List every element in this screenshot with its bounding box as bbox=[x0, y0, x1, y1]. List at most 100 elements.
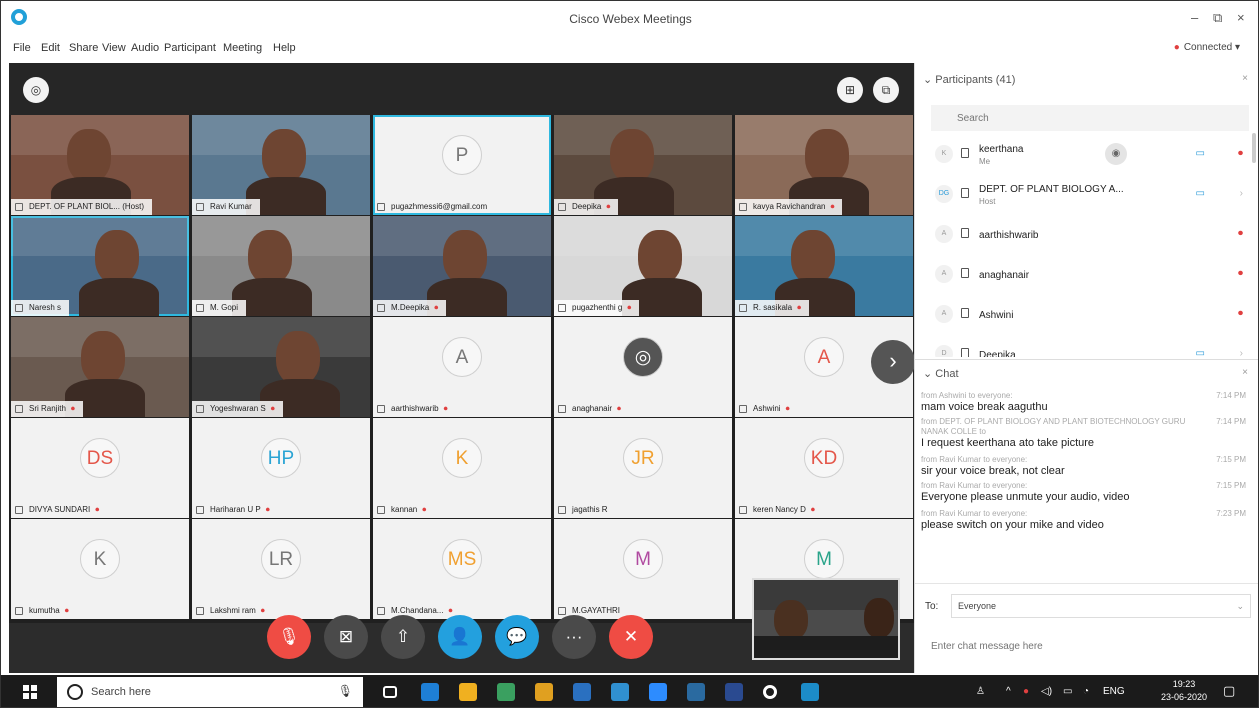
participant-tile[interactable]: HP Hariharan U P ⏺ bbox=[192, 418, 370, 518]
participant-tile[interactable]: DEPT. OF PLANT BIOL... (Host) bbox=[11, 115, 189, 215]
participant-tile[interactable]: M. Gopi bbox=[192, 216, 370, 316]
windows-start-icon[interactable] bbox=[23, 685, 37, 699]
layout-button[interactable]: ⊞ bbox=[837, 77, 863, 103]
participant-list-item[interactable]: A Ashwini ⏺ bbox=[923, 295, 1253, 335]
restore-button[interactable]: ⧉ bbox=[1213, 10, 1222, 26]
meeting-info-button[interactable]: ◎ bbox=[23, 77, 49, 103]
menu-participant[interactable]: Participant bbox=[164, 42, 216, 54]
menu-view[interactable]: View bbox=[102, 42, 126, 54]
participant-list-item[interactable]: Aaarthishwarib ⏺ bbox=[923, 215, 1253, 255]
participant-scrollbar[interactable] bbox=[1252, 133, 1256, 163]
participants-close-icon[interactable]: × bbox=[1242, 73, 1248, 84]
connection-status[interactable]: ● Connected ▾ bbox=[1174, 42, 1240, 53]
chat-button[interactable]: 💬 bbox=[495, 615, 539, 659]
participant-tile[interactable]: JR jagathis R bbox=[554, 418, 732, 518]
microphone-icon[interactable]: 🎙 bbox=[338, 684, 353, 698]
stop-video-button[interactable]: ⊠ bbox=[324, 615, 368, 659]
taskbar-search[interactable]: Search here 🎙 bbox=[57, 677, 363, 707]
share-button[interactable]: ⇧ bbox=[381, 615, 425, 659]
notifications-icon[interactable]: ▢ bbox=[1223, 683, 1235, 699]
edge-icon[interactable] bbox=[421, 683, 439, 701]
gallery-icon[interactable] bbox=[687, 683, 705, 701]
files-icon[interactable] bbox=[497, 683, 515, 701]
participant-tile[interactable]: ◎ anaghanair ⏺ bbox=[554, 317, 732, 417]
participant-tile[interactable]: Deepika ⏺ bbox=[554, 115, 732, 215]
mail-icon[interactable] bbox=[573, 683, 591, 701]
participant-tile[interactable]: Naresh s bbox=[11, 216, 189, 316]
participant-tile[interactable]: pugazhenthi g ⏺ bbox=[554, 216, 732, 316]
more-options-button[interactable]: ··· bbox=[552, 615, 596, 659]
participant-tile[interactable]: MS M.Chandana... ⏺ bbox=[373, 519, 551, 619]
menu-meeting[interactable]: Meeting bbox=[223, 42, 262, 54]
menu-file[interactable]: File bbox=[13, 42, 31, 54]
battery-icon[interactable]: ▭ bbox=[1063, 686, 1072, 697]
chat-close-icon[interactable]: × bbox=[1242, 367, 1248, 378]
participant-tile[interactable]: M.Deepika ⏺ bbox=[373, 216, 551, 316]
participant-tile[interactable]: LR Lakshmi ram ⏺ bbox=[192, 519, 370, 619]
close-button[interactable]: × bbox=[1237, 10, 1245, 25]
participant-video-person bbox=[443, 230, 487, 284]
participant-name-label: R. sasikala ⏺ bbox=[735, 300, 810, 316]
people-icon[interactable]: ♙ bbox=[976, 686, 985, 697]
photos-icon[interactable] bbox=[611, 683, 629, 701]
chat-text: I request keerthana ato take picture bbox=[921, 437, 1095, 449]
participant-tile[interactable]: Kkumutha ⏺ bbox=[11, 519, 189, 619]
participant-list-item[interactable]: D Deepika ▭ › bbox=[923, 335, 1253, 357]
participant-tile[interactable]: R. sasikala ⏺ bbox=[735, 216, 913, 316]
muted-mic-icon: ⏺ bbox=[1238, 308, 1243, 319]
chat-text: sir your voice break, not clear bbox=[921, 465, 1065, 477]
settings-icon[interactable] bbox=[763, 685, 777, 699]
volume-icon[interactable]: ◁) bbox=[1041, 686, 1052, 697]
store-icon[interactable] bbox=[459, 683, 477, 701]
task-view-icon[interactable] bbox=[383, 686, 397, 698]
taskbar-clock[interactable]: 19:23 23-06-2020 bbox=[1161, 678, 1207, 704]
participant-name-label: Hariharan U P ⏺ bbox=[192, 502, 370, 518]
participant-avatar: A bbox=[442, 337, 482, 377]
chat-message-input[interactable] bbox=[921, 633, 1251, 659]
zoom-icon[interactable] bbox=[649, 683, 667, 701]
mute-button[interactable]: 🎙 bbox=[267, 615, 311, 659]
participant-tile[interactable]: Ppugazhmessi6@gmail.com bbox=[373, 115, 551, 215]
participant-list-item[interactable]: Aanaghanair ⏺ bbox=[923, 255, 1253, 295]
webex-meetings-icon[interactable] bbox=[801, 683, 819, 701]
participant-tile[interactable]: Sri Ranjith ⏺ bbox=[11, 317, 189, 417]
chrome-icon[interactable] bbox=[535, 683, 553, 701]
participant-list-name: anaghanair bbox=[979, 270, 1030, 281]
menu-share[interactable]: Share bbox=[69, 42, 98, 54]
leave-meeting-button[interactable]: ✕ bbox=[609, 615, 653, 659]
menu-edit[interactable]: Edit bbox=[41, 42, 60, 54]
participant-search-input[interactable] bbox=[931, 105, 1249, 131]
participant-list-item[interactable]: Kkeerthana Me ◉ ▭ ⏺ bbox=[923, 135, 1253, 175]
participant-tile[interactable]: kavya Ravichandran ⏺ bbox=[735, 115, 913, 215]
minimize-button[interactable]: – bbox=[1191, 10, 1198, 25]
participant-role: Host bbox=[979, 197, 996, 206]
menu-audio[interactable]: Audio bbox=[131, 42, 159, 54]
chat-timestamp: 7:15 PM bbox=[1216, 481, 1246, 490]
menu-help[interactable]: Help bbox=[273, 42, 296, 54]
muted-mic-icon: ⏺ bbox=[830, 202, 835, 211]
participant-tile[interactable]: Aaarthishwarib ⏺ bbox=[373, 317, 551, 417]
wifi-icon[interactable]: ◔ bbox=[1083, 686, 1089, 697]
tray-alert-icon[interactable]: ● bbox=[1023, 686, 1029, 697]
participants-button[interactable]: 👤 bbox=[438, 615, 482, 659]
next-page-button[interactable]: › bbox=[871, 340, 914, 384]
muted-mic-icon: ⏺ bbox=[627, 303, 632, 312]
participant-list-item[interactable]: DG DEPT. OF PLANT BIOLOGY A... Host ▭ › bbox=[923, 175, 1253, 215]
language-indicator[interactable]: ENG bbox=[1103, 686, 1125, 697]
participant-tile[interactable]: Kkannan ⏺ bbox=[373, 418, 551, 518]
fullscreen-button[interactable]: ⧉ bbox=[873, 77, 899, 103]
participant-tile[interactable]: Ravi Kumar bbox=[192, 115, 370, 215]
self-view-video[interactable] bbox=[752, 578, 900, 660]
chat-timestamp: 7:14 PM bbox=[1216, 417, 1246, 426]
participants-header[interactable]: ⌄ Participants (41) bbox=[923, 73, 1015, 86]
tray-chevron-icon[interactable]: ^ bbox=[1006, 686, 1011, 697]
chat-recipient-select[interactable]: Everyone ⌄ bbox=[951, 594, 1251, 618]
participant-tile[interactable]: KD keren Nancy D ⏺ bbox=[735, 418, 913, 518]
participant-tile[interactable]: DS DIVYA SUNDARI ⏺ bbox=[11, 418, 189, 518]
webex-taskbar-icon[interactable] bbox=[725, 683, 743, 701]
participant-list-avatar: A bbox=[935, 265, 953, 283]
participant-tile[interactable]: Yogeshwaran S ⏺ bbox=[192, 317, 370, 417]
participant-video-person bbox=[276, 331, 320, 385]
participant-tile[interactable]: M M.GAYATHRI bbox=[554, 519, 732, 619]
chat-header[interactable]: ⌄ Chat bbox=[923, 367, 959, 380]
